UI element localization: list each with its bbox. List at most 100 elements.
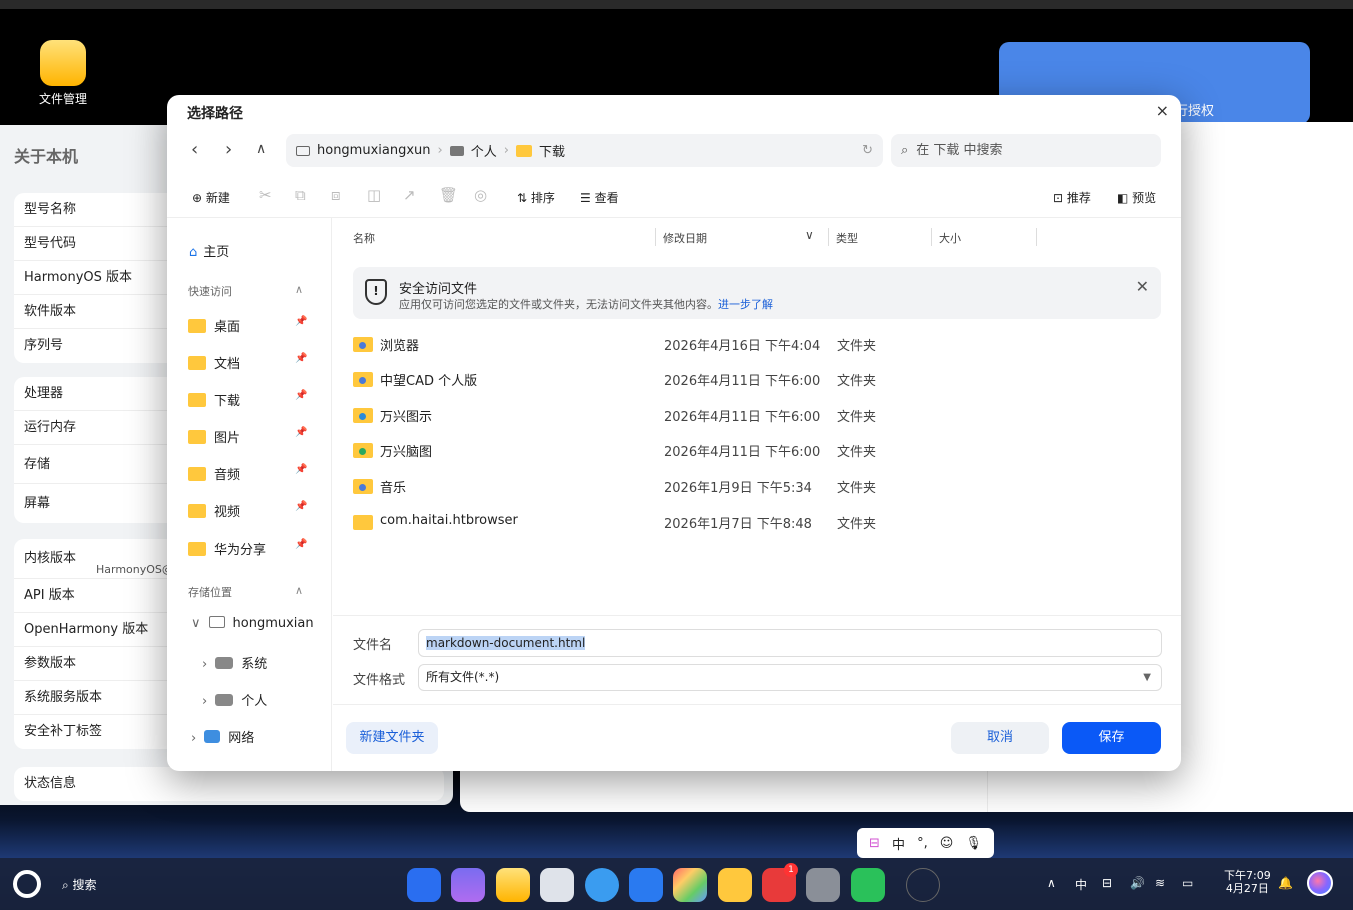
sidebar-item-huawei-share[interactable]: 华为分享 📌 <box>188 539 308 558</box>
ime-logo-icon[interactable]: ⊟ <box>869 836 880 851</box>
format-select[interactable]: 所有文件(*.*) ▼ <box>418 664 1162 691</box>
pin-icon[interactable]: 📌 <box>295 464 307 475</box>
recommend-button[interactable]: ⊡ 推荐 <box>1053 189 1091 206</box>
ime-punct-toggle[interactable]: °, <box>917 836 928 851</box>
desktop-icon-file-manager[interactable]: 文件管理 <box>30 40 96 107</box>
forward-icon[interactable]: › <box>225 139 232 160</box>
battery-icon[interactable]: ▭ <box>1182 876 1193 890</box>
status-row[interactable]: 状态信息 <box>14 767 444 801</box>
column-divider[interactable] <box>1036 228 1037 246</box>
address-bar[interactable]: hongmuxiangxun › 个人 › 下载 ↻ <box>286 134 883 167</box>
settings-icon[interactable] <box>806 868 840 902</box>
cut-icon[interactable]: ✂ <box>259 186 272 204</box>
mail-icon[interactable] <box>629 868 663 902</box>
column-divider[interactable] <box>931 228 932 246</box>
notes-icon[interactable] <box>718 868 752 902</box>
column-size[interactable]: 大小 <box>939 230 961 246</box>
pin-icon[interactable]: 📌 <box>295 427 307 438</box>
file-manager-icon[interactable] <box>496 868 530 902</box>
sidebar-item-videos[interactable]: 视频 📌 <box>188 501 308 520</box>
app-launcher-icon[interactable] <box>407 868 441 902</box>
tree-item-system[interactable]: › 系统 <box>202 653 267 672</box>
preview-button[interactable]: ◧ 预览 <box>1117 189 1156 206</box>
clipboard-icon[interactable]: ⊟ <box>1102 876 1112 890</box>
breadcrumb-device[interactable]: hongmuxiangxun <box>317 143 431 158</box>
close-icon[interactable]: ✕ <box>1136 277 1149 296</box>
up-icon[interactable]: ∧ <box>256 141 266 157</box>
search-input[interactable]: ⌕ 在 下载 中搜索 <box>891 134 1161 167</box>
wechat-icon[interactable] <box>851 868 885 902</box>
pin-icon[interactable]: 📌 <box>295 316 307 327</box>
new-folder-button[interactable]: 新建文件夹 <box>346 722 438 754</box>
copy-path-icon[interactable]: ⧈ <box>331 186 341 204</box>
file-row[interactable]: 万兴图示 2026年4月11日 下午6:00 文件夹 <box>353 400 1161 432</box>
file-row[interactable]: 音乐 2026年1月9日 下午5:34 文件夹 <box>353 471 1161 503</box>
column-divider[interactable] <box>828 228 829 246</box>
wifi-icon[interactable]: ≋ <box>1155 876 1165 890</box>
pin-icon[interactable]: 📌 <box>295 501 307 512</box>
save-button[interactable]: 保存 <box>1062 722 1161 754</box>
clock[interactable]: 下午7:09 4月27日 <box>1224 869 1271 895</box>
browser-icon[interactable] <box>585 868 619 902</box>
share-icon[interactable]: ↗ <box>403 186 416 204</box>
ime-lang-toggle[interactable]: 中 <box>892 834 905 853</box>
refresh-icon[interactable]: ↻ <box>862 143 873 158</box>
ai-assistant-icon[interactable] <box>906 868 940 902</box>
breadcrumb-downloads[interactable]: 下载 <box>539 141 565 160</box>
app-gallery-icon[interactable]: 1 <box>762 863 798 902</box>
chevron-down-icon[interactable]: ∨ <box>191 616 201 631</box>
chevron-up-icon[interactable]: ∧ <box>1047 876 1056 890</box>
quick-access-header[interactable]: 快速访问 ∧ <box>188 283 303 299</box>
file-row[interactable]: 中望CAD 个人版 2026年4月11日 下午6:00 文件夹 <box>353 364 1161 396</box>
sort-button[interactable]: ⇅ 排序 <box>517 189 555 206</box>
chevron-right-icon[interactable]: › <box>202 694 207 709</box>
select-icon[interactable]: ◎ <box>474 186 487 204</box>
trash-icon[interactable] <box>540 868 574 902</box>
emoji-icon[interactable]: ☺ <box>940 836 954 851</box>
taskbar-search[interactable]: ⌕ 搜索 <box>62 876 97 893</box>
breadcrumb-personal[interactable]: 个人 <box>471 141 497 160</box>
close-icon[interactable]: × <box>1156 101 1169 120</box>
ime-tray-icon[interactable]: 中 <box>1075 876 1087 893</box>
chevron-right-icon[interactable]: › <box>202 657 207 672</box>
sidebar-item-home[interactable]: ⌂ 主页 <box>189 241 229 260</box>
chevron-right-icon[interactable]: › <box>191 731 196 746</box>
file-row[interactable]: 万兴脑图 2026年4月11日 下午6:00 文件夹 <box>353 435 1161 467</box>
pin-icon[interactable]: 📌 <box>295 353 307 364</box>
column-name[interactable]: 名称 <box>353 230 375 246</box>
chevron-down-icon[interactable]: ∨ <box>805 228 814 242</box>
delete-icon[interactable]: 🗑 <box>439 186 458 204</box>
back-icon[interactable]: ‹ <box>191 139 198 160</box>
column-type[interactable]: 类型 <box>836 230 858 246</box>
move-icon[interactable]: ◫ <box>367 186 381 204</box>
view-button[interactable]: ☰ 查看 <box>580 189 619 206</box>
file-row[interactable]: 浏览器 2026年4月16日 下午4:04 文件夹 <box>353 329 1161 361</box>
new-button[interactable]: ⊕ 新建 <box>192 189 230 206</box>
status-card[interactable]: 状态信息 <box>14 767 444 801</box>
bell-icon[interactable]: 🔔 <box>1278 876 1293 890</box>
copy-icon[interactable]: ⧉ <box>295 186 306 204</box>
sidebar-item-audio[interactable]: 音频 📌 <box>188 464 308 483</box>
start-icon[interactable] <box>13 870 41 898</box>
filename-input[interactable]: markdown-document.html <box>418 629 1162 657</box>
pin-icon[interactable]: 📌 <box>295 539 307 550</box>
tree-item-device[interactable]: ∨ hongmuxian <box>191 616 314 631</box>
column-divider[interactable] <box>655 228 656 246</box>
microphone-icon[interactable]: 🎙 <box>965 836 982 851</box>
column-date[interactable]: 修改日期 <box>663 230 707 246</box>
cancel-button[interactable]: 取消 <box>951 722 1049 754</box>
tree-item-network[interactable]: › 网络 <box>191 727 254 746</box>
gallery-icon[interactable] <box>673 868 707 902</box>
sidebar-item-desktop[interactable]: 桌面 📌 <box>188 316 308 335</box>
multitask-icon[interactable] <box>451 868 485 902</box>
storage-header[interactable]: 存储位置 ∧ <box>188 584 303 600</box>
file-row[interactable]: com.haitai.htbrowser 2026年1月7日 下午8:48 文件夹 <box>353 507 1161 539</box>
pin-icon[interactable]: 📌 <box>295 390 307 401</box>
sidebar-item-documents[interactable]: 文档 📌 <box>188 353 308 372</box>
sidebar-item-downloads[interactable]: 下载 📌 <box>188 390 308 409</box>
sidebar-item-pictures[interactable]: 图片 📌 <box>188 427 308 446</box>
tree-item-personal[interactable]: › 个人 <box>202 690 332 709</box>
learn-more-link[interactable]: 进一步了解 <box>718 298 773 311</box>
avatar[interactable] <box>1307 870 1333 896</box>
volume-icon[interactable]: 🔊 <box>1130 876 1145 890</box>
